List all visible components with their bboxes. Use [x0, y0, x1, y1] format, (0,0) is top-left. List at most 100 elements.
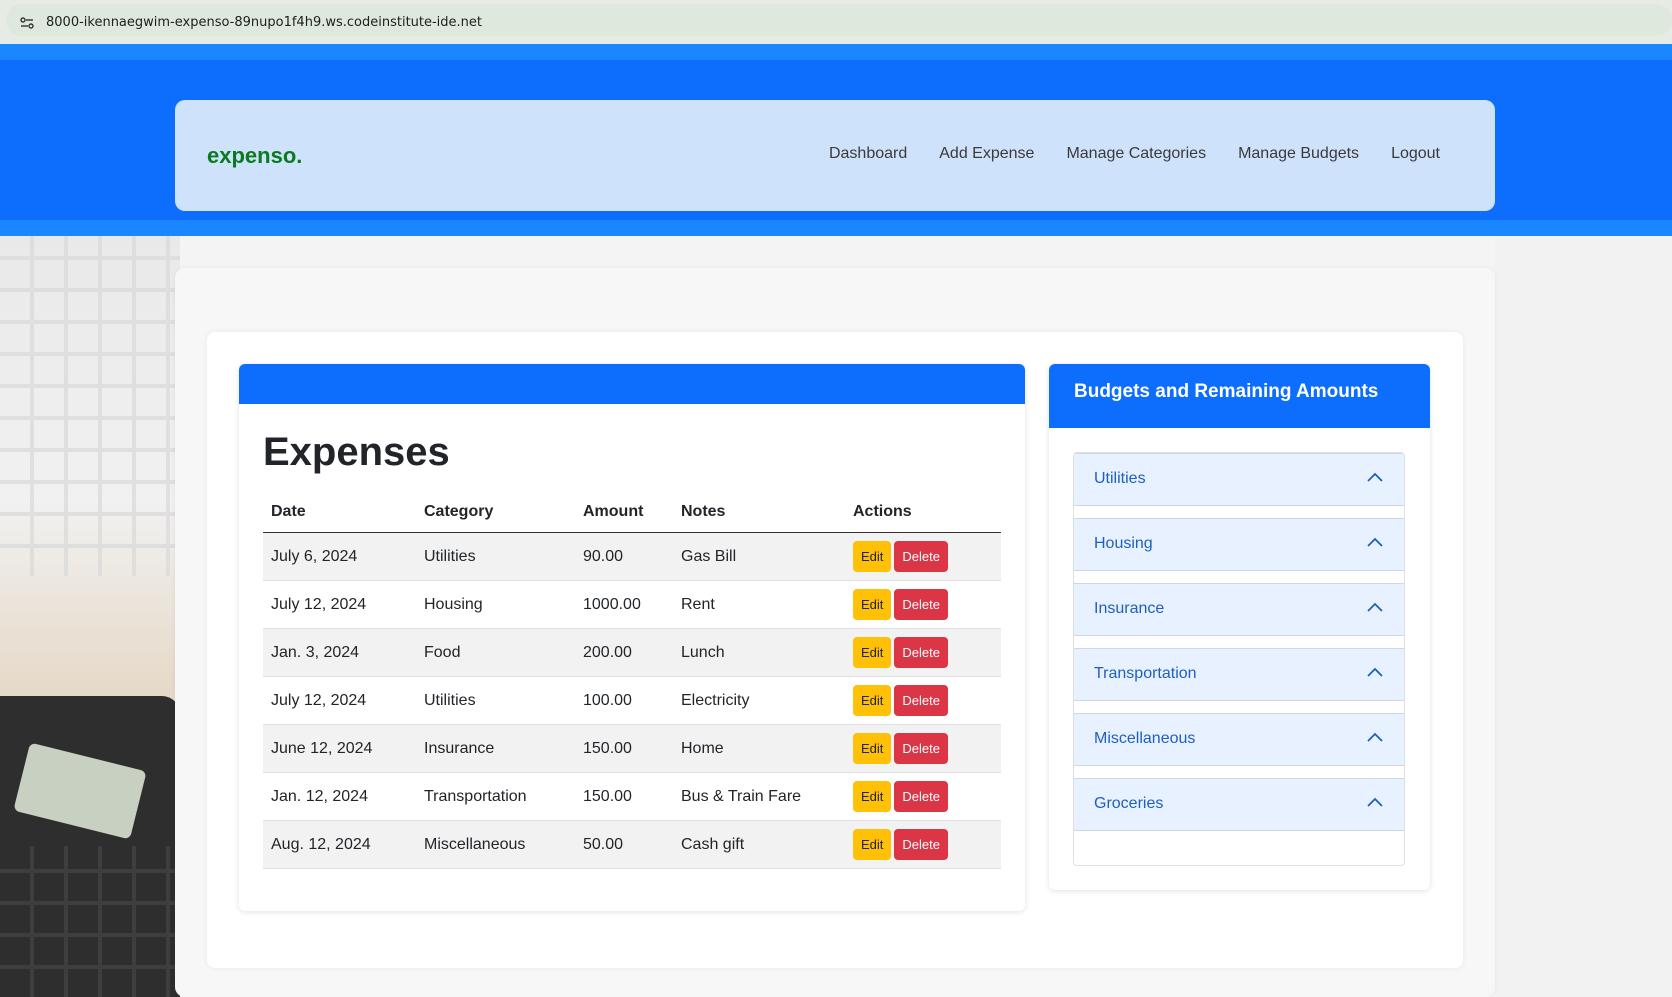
- delete-button[interactable]: Delete: [894, 541, 948, 572]
- table-row: Jan. 12, 2024 Transportation 150.00 Bus & T…: [263, 772, 1001, 821]
- url-field[interactable]: 8000-ikennaegwim-expenso-89nupo1f4h9.ws.…: [6, 4, 1672, 36]
- cell-notes: Electricity: [673, 676, 845, 725]
- url-text: 8000-ikennaegwim-expenso-89nupo1f4h9.ws.…: [46, 15, 483, 30]
- site-info-icon[interactable]: [20, 17, 34, 29]
- cell-amount: 1000.00: [575, 580, 673, 629]
- col-header-notes: Notes: [673, 492, 845, 533]
- expenses-table: Date Category Amount Notes Actions July …: [263, 492, 1001, 869]
- cell-notes: Home: [673, 724, 845, 773]
- col-header-actions: Actions: [845, 492, 1001, 533]
- cell-amount: 90.00: [575, 532, 673, 581]
- table-header-row: Date Category Amount Notes Actions: [263, 492, 1001, 533]
- accordion-item-utilities[interactable]: Utilities: [1074, 453, 1404, 506]
- cell-amount: 50.00: [575, 820, 673, 869]
- cell-date: July 12, 2024: [263, 676, 416, 725]
- accordion-label: Insurance: [1094, 600, 1165, 617]
- edit-button[interactable]: Edit: [853, 829, 892, 860]
- budgets-accordion: Utilities Housing Insurance Transportation M…: [1073, 452, 1405, 866]
- cell-date: Jan. 12, 2024: [263, 772, 416, 821]
- cell-date: Aug. 12, 2024: [263, 820, 416, 869]
- edit-button[interactable]: Edit: [853, 637, 892, 668]
- accordion-item-transportation[interactable]: Transportation: [1074, 648, 1404, 701]
- col-header-category: Category: [416, 492, 575, 533]
- delete-button[interactable]: Delete: [894, 781, 948, 812]
- edit-button[interactable]: Edit: [853, 589, 892, 620]
- accordion-item-miscellaneous[interactable]: Miscellaneous: [1074, 713, 1404, 766]
- chevron-up-icon: [1367, 732, 1383, 742]
- accordion-label: Transportation: [1094, 665, 1197, 682]
- cell-notes: Gas Bill: [673, 532, 845, 581]
- chevron-up-icon: [1367, 537, 1383, 547]
- chevron-up-icon: [1367, 667, 1383, 677]
- budgets-card: Budgets and Remaining Amounts Utilities H…: [1049, 364, 1430, 890]
- cell-actions: Edit Delete: [845, 820, 1001, 869]
- calculator-image: [0, 696, 180, 997]
- chevron-up-icon: [1367, 472, 1383, 482]
- cell-actions: Edit Delete: [845, 676, 1001, 725]
- table-row: July 6, 2024 Utilities 90.00 Gas Bill Edit De…: [263, 532, 1001, 581]
- nav-links: Dashboard Add Expense Manage Categories …: [829, 145, 1440, 163]
- nav-manage-categories[interactable]: Manage Categories: [1066, 145, 1206, 163]
- nav-logout[interactable]: Logout: [1391, 145, 1440, 163]
- delete-button[interactable]: Delete: [894, 637, 948, 668]
- cell-date: Jan. 3, 2024: [263, 628, 416, 677]
- keyboard-image: [0, 236, 180, 576]
- cell-category: Housing: [416, 580, 575, 629]
- col-header-amount: Amount: [575, 492, 673, 533]
- delete-button[interactable]: Delete: [894, 829, 948, 860]
- edit-button[interactable]: Edit: [853, 685, 892, 716]
- table-row: July 12, 2024 Housing 1000.00 Rent Edit Delet…: [263, 580, 1001, 629]
- edit-button[interactable]: Edit: [853, 733, 892, 764]
- cell-category: Miscellaneous: [416, 820, 575, 869]
- table-row: June 12, 2024 Insurance 150.00 Home Edit Dele…: [263, 724, 1001, 773]
- expenses-card-header: [239, 364, 1025, 404]
- cell-category: Transportation: [416, 772, 575, 821]
- edit-button[interactable]: Edit: [853, 781, 892, 812]
- accordion-item-housing[interactable]: Housing: [1074, 518, 1404, 571]
- delete-button[interactable]: Delete: [894, 685, 948, 716]
- cell-actions: Edit Delete: [845, 772, 1001, 821]
- chevron-up-icon: [1367, 797, 1383, 807]
- brand-logo[interactable]: expenso.: [207, 143, 302, 169]
- cell-notes: Cash gift: [673, 820, 845, 869]
- edit-button[interactable]: Edit: [853, 541, 892, 572]
- col-header-date: Date: [263, 492, 416, 533]
- cell-category: Insurance: [416, 724, 575, 773]
- delete-button[interactable]: Delete: [894, 733, 948, 764]
- header-band-bottom: [0, 220, 1672, 236]
- navbar: expenso. Dashboard Add Expense Manage Ca…: [175, 100, 1495, 211]
- browser-address-bar: 8000-ikennaegwim-expenso-89nupo1f4h9.ws.…: [0, 0, 1672, 44]
- cell-actions: Edit Delete: [845, 628, 1001, 677]
- nav-dashboard[interactable]: Dashboard: [829, 145, 907, 163]
- cell-category: Food: [416, 628, 575, 677]
- table-row: July 12, 2024 Utilities 100.00 Electricity E…: [263, 676, 1001, 725]
- accordion-item-insurance[interactable]: Insurance: [1074, 583, 1404, 636]
- cell-category: Utilities: [416, 676, 575, 725]
- cell-date: June 12, 2024: [263, 724, 416, 773]
- accordion-label: Miscellaneous: [1094, 730, 1196, 747]
- cell-actions: Edit Delete: [845, 580, 1001, 629]
- nav-manage-budgets[interactable]: Manage Budgets: [1238, 145, 1359, 163]
- table-row: Jan. 3, 2024 Food 200.00 Lunch Edit Delete: [263, 628, 1001, 677]
- chevron-up-icon: [1367, 602, 1383, 612]
- accordion-item-groceries[interactable]: Groceries: [1074, 778, 1404, 831]
- cell-amount: 150.00: [575, 772, 673, 821]
- cell-date: July 12, 2024: [263, 580, 416, 629]
- background-right: [1495, 236, 1672, 997]
- accordion-label: Utilities: [1094, 470, 1146, 487]
- accordion-label: Groceries: [1094, 795, 1164, 812]
- cell-amount: 150.00: [575, 724, 673, 773]
- cell-amount: 100.00: [575, 676, 673, 725]
- cell-amount: 200.00: [575, 628, 673, 677]
- cell-actions: Edit Delete: [845, 532, 1001, 581]
- nav-add-expense[interactable]: Add Expense: [939, 145, 1034, 163]
- cell-notes: Rent: [673, 580, 845, 629]
- cell-notes: Lunch: [673, 628, 845, 677]
- cell-actions: Edit Delete: [845, 724, 1001, 773]
- accordion-label: Housing: [1094, 535, 1153, 552]
- table-row: Aug. 12, 2024 Miscellaneous 50.00 Cash gift…: [263, 820, 1001, 869]
- cell-notes: Bus & Train Fare: [673, 772, 845, 821]
- cell-category: Utilities: [416, 532, 575, 581]
- expenses-title: Expenses: [263, 430, 450, 474]
- delete-button[interactable]: Delete: [894, 589, 948, 620]
